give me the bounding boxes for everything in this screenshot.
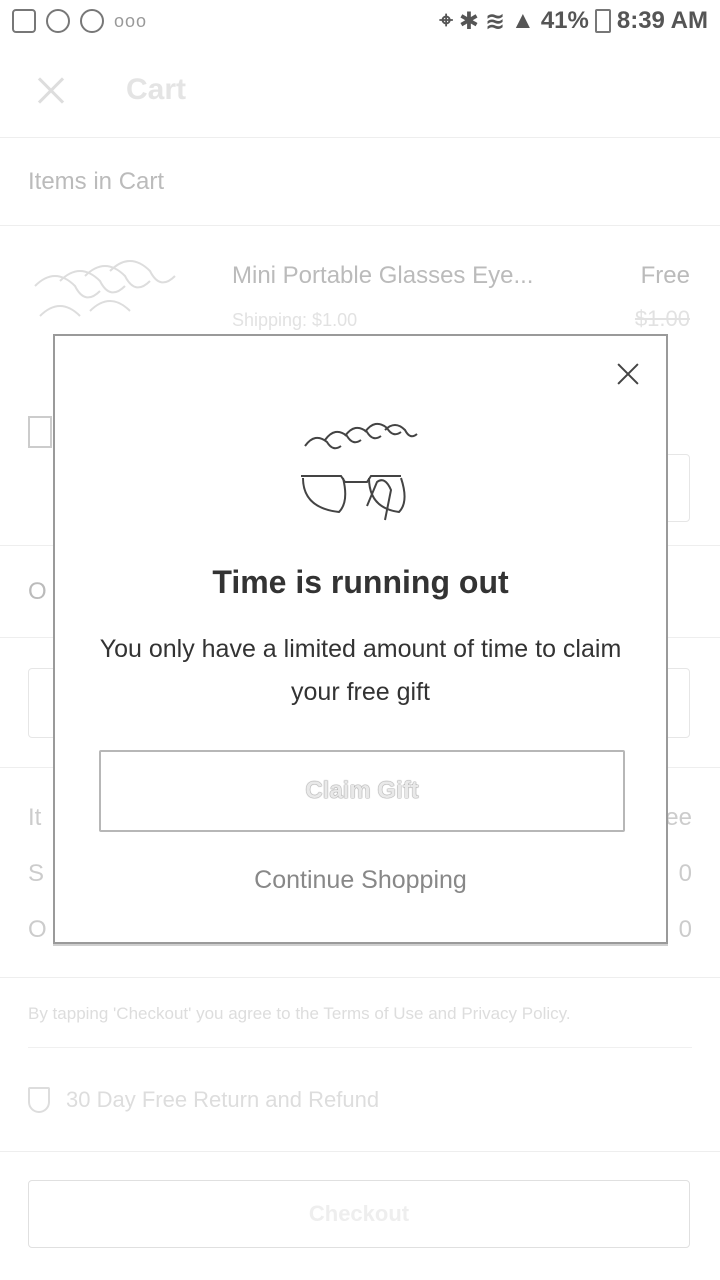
gift-product-image [301,422,418,521]
modal-message: You only have a limited amount of time t… [99,635,622,706]
modal-overlay: Time is running out You only have a limi… [0,0,720,1280]
continue-shopping-link[interactable]: Continue Shopping [55,866,666,895]
free-gift-modal: Time is running out You only have a limi… [53,334,668,944]
close-icon[interactable] [614,360,642,388]
modal-title: Time is running out [212,564,509,600]
claim-gift-button[interactable]: Claim Gift [99,750,625,832]
